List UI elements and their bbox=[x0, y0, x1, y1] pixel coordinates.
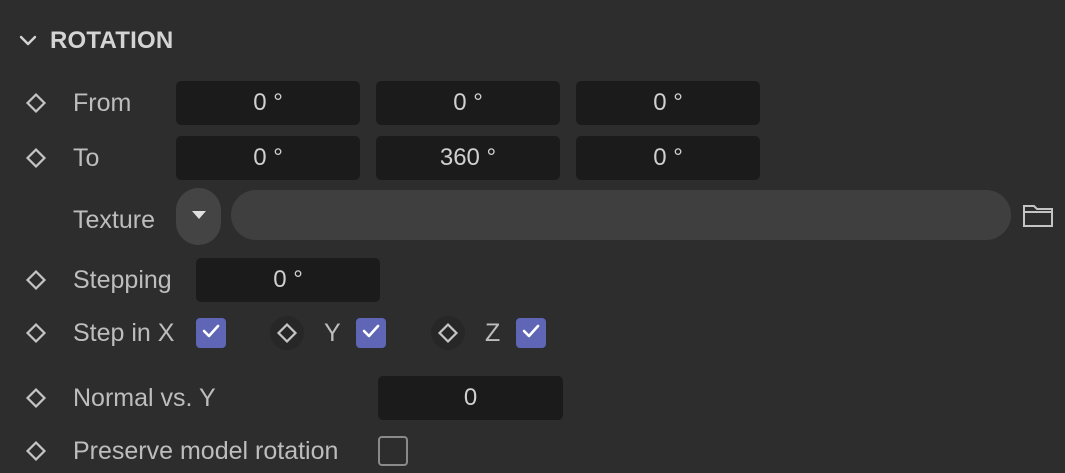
chevron-down-icon[interactable] bbox=[18, 34, 38, 48]
normal-vs-y-field[interactable]: 0 bbox=[378, 376, 563, 420]
step-y-label: Y bbox=[324, 319, 341, 347]
step-z-label: Z bbox=[485, 319, 501, 347]
preserve-model-rotation-label: Preserve model rotation bbox=[73, 437, 339, 465]
from-z-field[interactable]: 0 ° bbox=[576, 81, 760, 125]
check-icon bbox=[521, 323, 541, 344]
from-y-field[interactable]: 0 ° bbox=[376, 81, 560, 125]
texture-dropdown-button[interactable] bbox=[176, 188, 221, 245]
to-z-field[interactable]: 0 ° bbox=[576, 136, 760, 180]
texture-label: Texture bbox=[73, 206, 155, 234]
from-label: From bbox=[73, 89, 132, 117]
stepping-keyframe-diamond-icon[interactable] bbox=[19, 263, 53, 297]
step-z-keyframe-diamond-icon[interactable] bbox=[431, 316, 465, 350]
normal-vs-y-label: Normal vs. Y bbox=[73, 384, 216, 412]
to-keyframe-diamond-icon[interactable] bbox=[19, 141, 53, 175]
step-x-checkbox[interactable] bbox=[196, 318, 226, 348]
normal-vs-y-keyframe-diamond-icon[interactable] bbox=[19, 381, 53, 415]
step-x-keyframe-diamond-icon[interactable] bbox=[19, 316, 53, 350]
rotation-section-header[interactable]: ROTATION bbox=[18, 24, 173, 58]
to-label: To bbox=[73, 144, 100, 172]
stepping-field[interactable]: 0 ° bbox=[196, 258, 380, 302]
step-in-x-label: Step in X bbox=[73, 319, 175, 347]
folder-icon[interactable] bbox=[1020, 200, 1056, 230]
step-y-keyframe-diamond-icon[interactable] bbox=[270, 316, 304, 350]
caret-down-icon bbox=[190, 208, 208, 226]
texture-path-input[interactable] bbox=[231, 190, 1011, 240]
step-y-checkbox[interactable] bbox=[356, 318, 386, 348]
rotation-panel: ROTATION From 0 ° 0 ° 0 ° To 0 ° 360 ° 0… bbox=[0, 0, 1065, 473]
preserve-model-rotation-checkbox[interactable] bbox=[378, 436, 408, 466]
check-icon bbox=[361, 323, 381, 344]
to-x-field[interactable]: 0 ° bbox=[176, 136, 360, 180]
from-x-field[interactable]: 0 ° bbox=[176, 81, 360, 125]
from-keyframe-diamond-icon[interactable] bbox=[19, 86, 53, 120]
stepping-label: Stepping bbox=[73, 266, 172, 294]
section-title: ROTATION bbox=[50, 27, 174, 54]
step-z-checkbox[interactable] bbox=[516, 318, 546, 348]
preserve-rotation-keyframe-diamond-icon[interactable] bbox=[19, 434, 53, 468]
to-y-field[interactable]: 360 ° bbox=[376, 136, 560, 180]
check-icon bbox=[201, 323, 221, 344]
